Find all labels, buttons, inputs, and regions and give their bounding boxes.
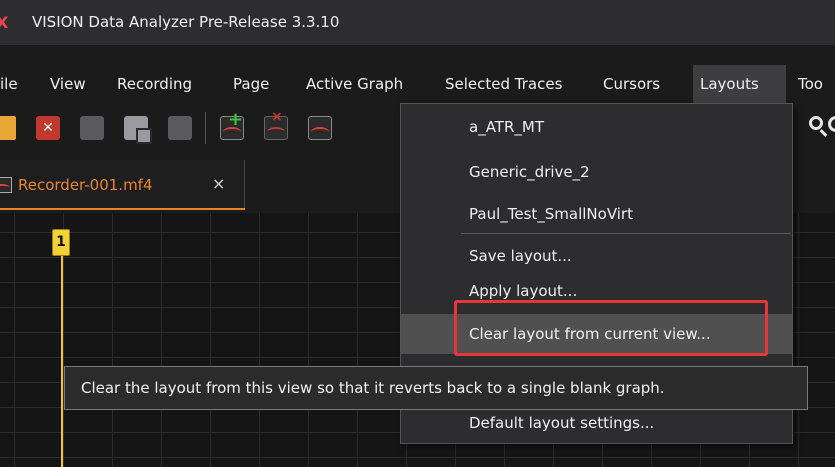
cursor-marker[interactable]: 1 <box>52 229 70 256</box>
close-recording-icon[interactable]: ✕ <box>36 116 60 140</box>
wave-icon <box>267 127 285 137</box>
remove-trace-icon[interactable]: × <box>264 109 288 140</box>
toolbar-divider <box>205 112 206 144</box>
save-all-icon[interactable] <box>168 116 192 140</box>
tooltip: Clear the layout from this view so that … <box>64 366 808 410</box>
menu-cursors[interactable]: Cursors <box>596 65 667 103</box>
menu-layouts[interactable]: Layouts <box>693 65 786 103</box>
menu-file[interactable]: ile <box>0 65 25 103</box>
recording-icon <box>0 177 12 193</box>
highlight-annotation <box>454 300 768 356</box>
save-as-icon[interactable] <box>124 116 152 144</box>
save-as-corner-icon <box>136 128 152 144</box>
app-logo-icon: X <box>0 13 9 32</box>
menu-item-layout-a-atr-mt[interactable]: a_ATR_MT <box>401 107 792 147</box>
menu-page[interactable]: Page <box>226 65 276 103</box>
menu-item-layout-generic-drive-2[interactable]: Generic_drive_2 <box>401 152 792 192</box>
menu-active-graph[interactable]: Active Graph <box>299 65 410 103</box>
toolbar: ✕ + × <box>0 104 400 152</box>
menu-view[interactable]: View <box>43 65 93 103</box>
active-tab-indicator <box>0 208 245 210</box>
save-icon[interactable] <box>80 116 104 140</box>
menu-recording[interactable]: Recording <box>110 65 199 103</box>
menu-item-layout-paul-test[interactable]: Paul_Test_SmallNoVirt <box>401 194 792 234</box>
window-title: VISION Data Analyzer Pre-Release 3.3.10 <box>32 13 340 31</box>
open-folder-icon[interactable] <box>0 116 16 140</box>
x-icon: × <box>271 109 283 125</box>
menu-selected-traces[interactable]: Selected Traces <box>438 65 569 103</box>
cursor-line[interactable] <box>61 248 63 467</box>
menu-bar: ile View Recording Page Active Graph Sel… <box>0 65 835 103</box>
menu-tools[interactable]: Too <box>791 65 830 103</box>
menu-item-save-layout[interactable]: Save layout... <box>401 236 792 276</box>
tab-recorder-001[interactable]: Recorder-001.mf4 × <box>0 160 245 210</box>
tab-close-icon[interactable]: × <box>212 174 225 193</box>
menu-separator <box>461 233 791 234</box>
zoom-reset-icon[interactable] <box>828 116 835 132</box>
zoom-icon[interactable] <box>809 116 823 130</box>
tab-label: Recorder-001.mf4 <box>18 176 153 194</box>
title-bar: X VISION Data Analyzer Pre-Release 3.3.1… <box>0 0 835 45</box>
wave-icon <box>311 127 329 137</box>
trace-options-icon[interactable] <box>308 116 332 140</box>
wave-icon <box>223 127 241 137</box>
add-trace-icon[interactable]: + <box>220 109 244 140</box>
